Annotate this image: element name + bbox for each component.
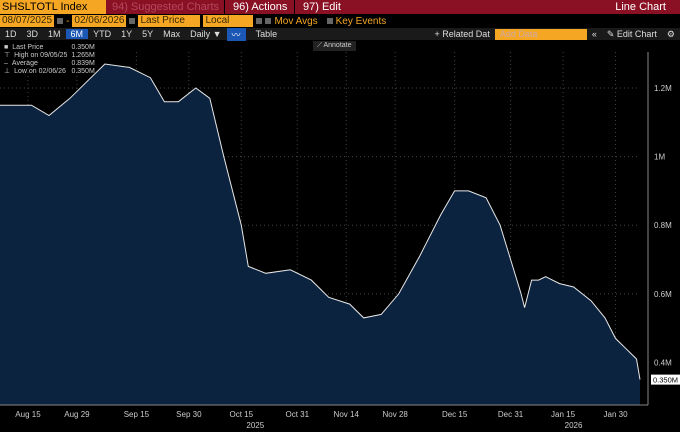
range-ytd[interactable]: YTD [88,29,116,39]
range-max[interactable]: Max [158,29,185,39]
x-tick-label: Nov 28 [383,410,409,419]
x-tick-label: Nov 14 [334,410,360,419]
x-tick-label: Jan 15 [551,410,576,419]
y-tick-label: 0.6M [654,290,672,299]
last-value-label: 0.350M [653,376,678,385]
y-tick-label: 1M [654,153,665,162]
x-tick-label: Aug 15 [15,410,41,419]
legend-average: – Average 0.839M [4,60,95,67]
actions-menu[interactable]: 96) Actions [224,0,294,14]
gear-icon[interactable]: ⚙ [662,29,680,40]
edit-chart-button[interactable]: ✎ Edit Chart [602,29,662,40]
year-label: 2026 [565,421,583,430]
legend-last-price: ■ Last Price 0.350M [4,44,95,51]
suggested-charts-button[interactable]: 94) Suggested Charts [106,1,224,13]
field-select[interactable]: Last Price [138,15,201,27]
mov-avgs-label[interactable]: Mov Avgs [274,16,317,27]
dropdown-icon[interactable] [256,18,263,24]
x-tick-label: Sep 30 [176,410,202,419]
calendar-icon[interactable] [129,18,136,24]
y-tick-label: 1.2M [654,84,672,93]
x-tick-label: Oct 31 [285,410,309,419]
annotate-button[interactable]: ⟋ Annotate [313,41,356,51]
ticker-field[interactable]: SHSLTOTL Index [0,0,106,14]
range-6m[interactable]: 6M [65,29,89,39]
line-chart[interactable]: 0.4M 0.6M 0.8M 1M 1.2M Aug 15 Aug 29 Sep 15 Sep … [0,40,680,432]
key-events-checkbox[interactable] [326,18,333,24]
y-tick-label: 0.8M [654,221,672,230]
key-events-label[interactable]: Key Events [336,16,387,27]
calendar-icon[interactable] [57,18,64,24]
series-area [0,64,640,405]
y-tick-label: 0.4M [654,358,672,367]
range-3d[interactable]: 3D [22,29,44,39]
legend-low: ⊥ Low on 02/06/26 0.350M [4,68,95,75]
x-tick-label: Sep 15 [124,410,150,419]
x-tick-label: Dec 31 [498,410,524,419]
frequency-select[interactable]: Daily ▼ [185,29,226,39]
related-data-button[interactable]: + Related Dat [430,29,495,39]
range-1y[interactable]: 1Y [116,29,137,39]
params-bar: 08/07/2025 - 02/06/2026 Last Price Local… [0,15,387,38]
range-1d[interactable]: 1D [0,29,22,39]
x-tick-label: Oct 15 [230,410,254,419]
range-bar: 1D 3D 1M 6M YTD 1Y 5Y Max Daily ▼ 〰 Tabl… [0,27,680,41]
add-data-input[interactable]: Add Data [494,28,587,40]
top-toolbar: SHSLTOTL Index 94) Suggested Charts 96) … [0,0,680,14]
range-1m[interactable]: 1M [43,29,66,39]
edit-menu[interactable]: 97) Edit [294,0,364,14]
legend-high: ⊤ High on 09/05/25 1.265M [4,52,95,59]
x-tick-label: Aug 29 [64,410,90,419]
start-date-input[interactable]: 08/07/2025 [0,15,55,27]
year-label: 2025 [246,421,264,430]
mov-avgs-checkbox[interactable] [265,18,272,24]
table-button[interactable]: Table [246,29,283,39]
legend: ■ Last Price 0.350M ⊤ High on 09/05/25 1.265… [4,44,95,76]
x-tick-label: Dec 15 [442,410,468,419]
line-chart-icon[interactable]: 〰 [226,27,246,41]
collapse-icon[interactable]: « [587,29,602,39]
x-tick-label: Jan 30 [604,410,629,419]
chart-type-title: Line Chart [615,1,666,13]
end-date-input[interactable]: 02/06/2026 [72,15,127,27]
range-5y[interactable]: 5Y [137,29,158,39]
currency-select[interactable]: Local CCY [203,15,254,38]
